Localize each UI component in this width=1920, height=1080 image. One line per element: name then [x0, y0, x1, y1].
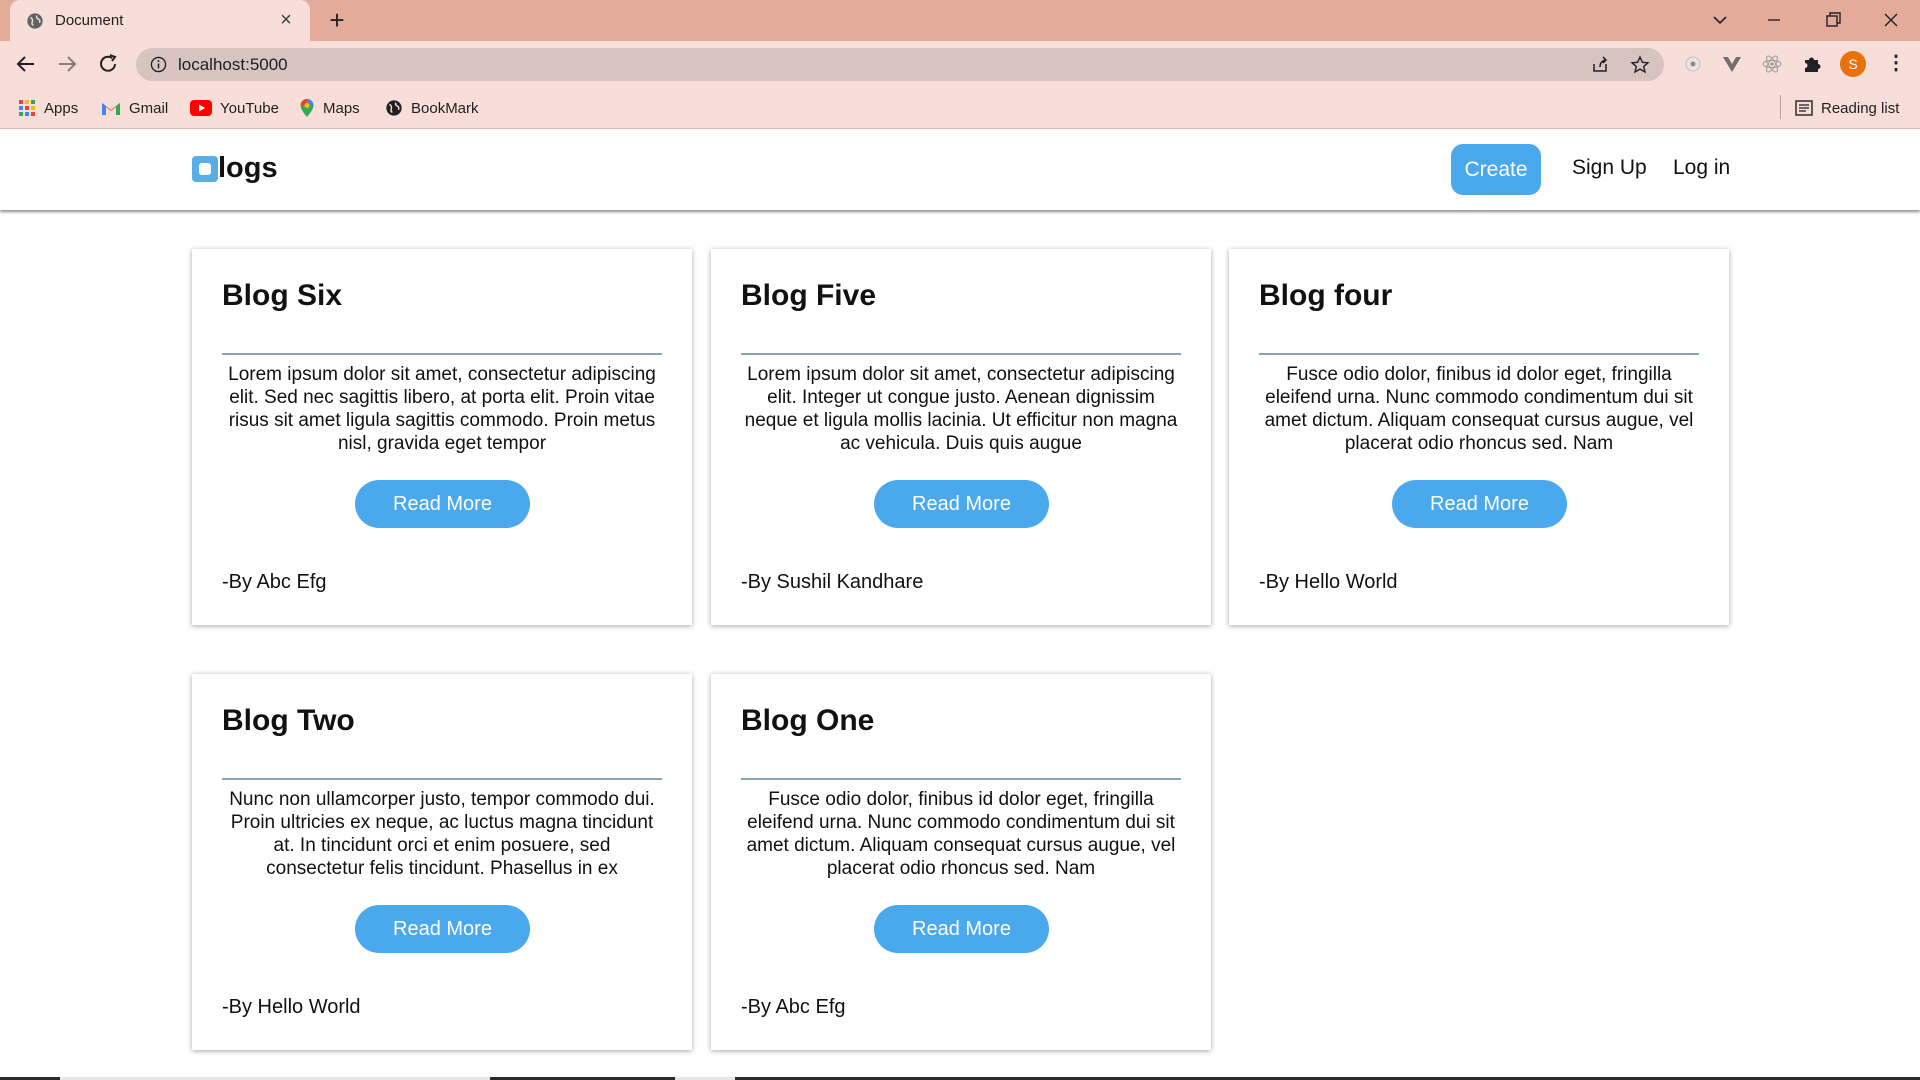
gmail-icon	[102, 103, 120, 115]
restore-icon[interactable]	[1819, 8, 1847, 32]
blogger-b-icon	[192, 155, 218, 182]
extension-react-icon[interactable]	[1761, 53, 1783, 75]
reading-list-button[interactable]: Reading list	[1795, 97, 1899, 119]
extension-vue-icon[interactable]	[1721, 53, 1743, 75]
title-divider	[1259, 353, 1699, 355]
blog-author: -By Hello World	[1259, 571, 1398, 593]
read-more-button[interactable]: Read More	[1392, 480, 1567, 528]
blog-card: Blog Five Lorem ipsum dolor sit amet, co…	[711, 249, 1211, 625]
read-more-button[interactable]: Read More	[874, 480, 1049, 528]
minimize-icon[interactable]	[1760, 8, 1788, 32]
globe-icon	[27, 13, 43, 29]
blog-card: Blog Six Lorem ipsum dolor sit amet, con…	[192, 249, 692, 625]
reload-icon[interactable]	[96, 52, 120, 76]
title-divider	[222, 778, 662, 780]
share-icon[interactable]	[1590, 55, 1610, 75]
url-text: localhost:5000	[178, 55, 288, 74]
create-button[interactable]: Create	[1451, 144, 1541, 195]
read-more-button[interactable]: Read More	[355, 905, 530, 953]
bookmark-apps[interactable]: Apps	[18, 97, 78, 119]
blog-author: -By Abc Efg	[741, 996, 846, 1018]
site-navbar: logs Create Sign Up Log in	[0, 130, 1920, 210]
blog-title: Blog Two	[222, 704, 355, 737]
close-window-icon[interactable]	[1877, 8, 1905, 32]
blog-snippet: Lorem ipsum dolor sit amet, consectetur …	[228, 364, 656, 454]
new-tab-icon[interactable]: +	[324, 7, 350, 34]
title-divider	[741, 353, 1181, 355]
maps-icon	[300, 99, 314, 117]
blog-author: -By Hello World	[222, 996, 361, 1018]
blog-card: Blog Two Nunc non ullamcorper justo, tem…	[192, 674, 692, 1050]
browser-toolbar: localhost:5000 S ⋮	[0, 41, 1920, 87]
bookmark-bookmark[interactable]: BookMark	[385, 97, 479, 119]
read-more-button[interactable]: Read More	[874, 905, 1049, 953]
read-more-button[interactable]: Read More	[355, 480, 530, 528]
bookmark-gmail[interactable]: Gmail	[101, 97, 168, 119]
blog-author: -By Sushil Kandhare	[741, 571, 924, 593]
bookmark-label: Gmail	[129, 99, 169, 117]
bookmark-maps[interactable]: Maps	[299, 97, 360, 119]
browser-tabstrip: Document × +	[0, 0, 1920, 41]
bookmark-label: BookMark	[411, 99, 479, 117]
bookmark-youtube[interactable]: YouTube	[190, 97, 279, 119]
site-logo[interactable]: logs	[192, 152, 278, 185]
youtube-icon	[190, 100, 212, 116]
address-bar[interactable]: localhost:5000	[136, 48, 1664, 81]
profile-avatar[interactable]: S	[1840, 51, 1866, 77]
bookmark-label: YouTube	[220, 99, 279, 117]
blog-author: -By Abc Efg	[222, 571, 327, 593]
blog-snippet: Nunc non ullamcorper justo, tempor commo…	[229, 789, 655, 879]
apps-grid-icon	[19, 100, 35, 116]
blog-snippet: Lorem ipsum dolor sit amet, consectetur …	[744, 364, 1178, 454]
blog-card: Blog One Fusce odio dolor, finibus id do…	[711, 674, 1211, 1050]
bookmarks-divider	[1780, 95, 1781, 119]
title-divider	[741, 778, 1181, 780]
reading-list-icon	[1795, 100, 1813, 116]
sign-up-link[interactable]: Sign Up	[1572, 156, 1647, 180]
bookmark-label: Apps	[44, 99, 79, 117]
blog-card: Blog four Fusce odio dolor, finibus id d…	[1229, 249, 1729, 625]
blog-snippet: Fusce odio dolor, finibus id dolor eget,…	[746, 789, 1176, 879]
browser-tab[interactable]: Document ×	[10, 0, 310, 41]
forward-arrow-icon[interactable]	[55, 52, 79, 76]
close-tab-icon[interactable]: ×	[276, 10, 296, 30]
blog-title: Blog One	[741, 704, 875, 737]
extensions-puzzle-icon[interactable]	[1801, 53, 1823, 75]
back-arrow-icon[interactable]	[14, 52, 38, 76]
blog-title: Blog Six	[222, 279, 343, 312]
globe-icon	[386, 100, 402, 116]
blog-snippet: Fusce odio dolor, finibus id dolor eget,…	[1264, 364, 1694, 454]
bookmarks-bar: Apps Gmail YouTube Maps BookMark Reading…	[0, 87, 1920, 129]
bookmark-star-icon[interactable]	[1630, 55, 1650, 75]
logo-text: logs	[218, 152, 278, 184]
tab-search-icon[interactable]	[1706, 8, 1734, 32]
site-info-icon[interactable]	[150, 56, 167, 73]
tab-title: Document	[55, 12, 124, 29]
blog-title: Blog Five	[741, 279, 877, 312]
bookmark-label: Maps	[323, 99, 360, 117]
browser-menu-icon[interactable]: ⋮	[1886, 52, 1906, 76]
reading-list-label: Reading list	[1821, 99, 1900, 117]
blog-title: Blog four	[1259, 279, 1393, 312]
extension-lens-icon[interactable]	[1682, 53, 1704, 75]
log-in-link[interactable]: Log in	[1673, 156, 1730, 180]
title-divider	[222, 353, 662, 355]
